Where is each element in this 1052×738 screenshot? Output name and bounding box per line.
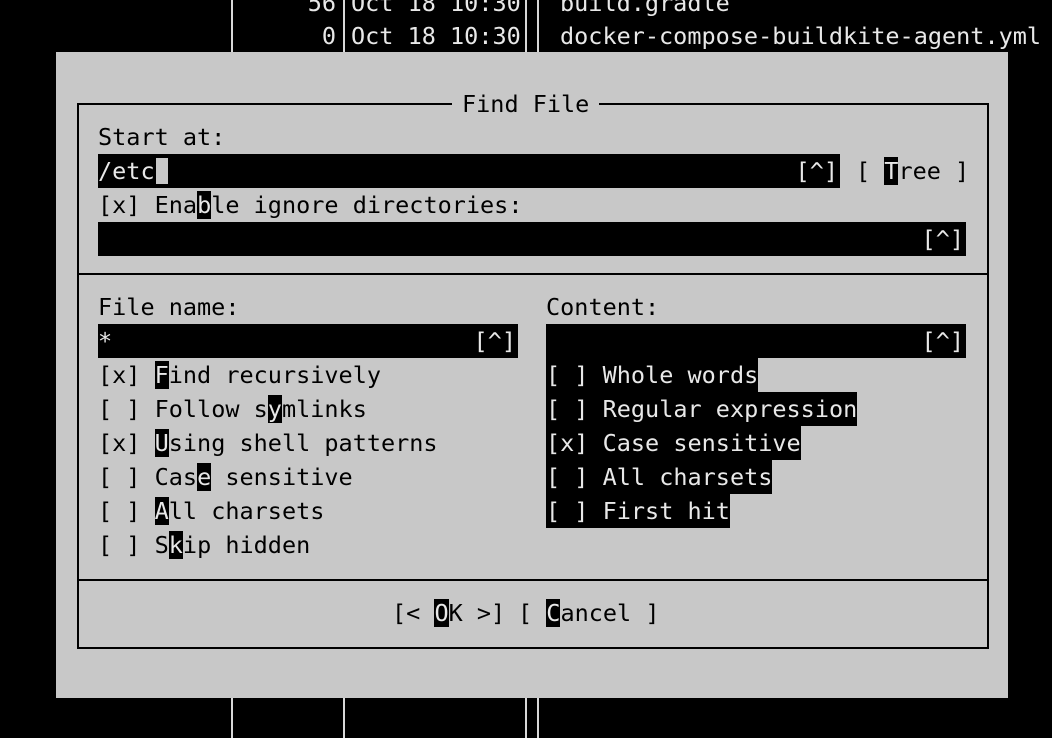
regular-expression-checkbox[interactable]: [ ] Regular expression	[546, 392, 858, 426]
skip-hidden-checkbox[interactable]: [ ] Skip hidden	[98, 528, 310, 562]
button-hotkey: C	[546, 599, 561, 627]
section-separator	[77, 579, 989, 581]
start-at-label: Start at:	[98, 123, 226, 151]
file-name-value: *	[98, 327, 113, 355]
shell-patterns-checkbox[interactable]: [x] Using shell patterns	[98, 426, 438, 460]
checkbox-label: Cas	[154, 463, 198, 491]
button-open: [<	[392, 599, 435, 627]
file-row-date: Oct 18 10:30	[351, 0, 521, 17]
ok-button[interactable]: [< OK >]	[392, 596, 505, 630]
start-at-input[interactable]: /etc [^]	[98, 154, 840, 188]
checkbox-label: Ena	[154, 191, 198, 219]
file-name-history-button[interactable]: [^]	[474, 324, 516, 358]
checkbox-hotkey: e	[197, 463, 212, 491]
checkbox-label: Regular expression	[602, 395, 858, 423]
checkbox-hotkey: k	[168, 531, 183, 559]
checkbox-state: [ ]	[98, 497, 141, 525]
section-separator	[77, 273, 989, 275]
file-row-size: 0	[321, 22, 336, 50]
checkbox-hotkey: U	[154, 429, 169, 457]
cancel-button[interactable]: [ Cancel ]	[518, 596, 660, 630]
file-row-size: 56	[307, 0, 336, 17]
checkbox-hotkey: A	[154, 497, 169, 525]
content-label: Content:	[546, 293, 660, 321]
first-hit-checkbox[interactable]: [ ] First hit	[546, 494, 730, 528]
checkbox-state: [x]	[98, 361, 141, 389]
checkbox-hotkey: F	[154, 361, 169, 389]
checkbox-label-rest: mlinks	[281, 395, 367, 423]
ignore-dirs-input[interactable]: [^]	[98, 222, 966, 256]
file-name-input[interactable]: * [^]	[98, 324, 518, 358]
checkbox-label: Case sensitive	[602, 429, 801, 457]
file-row-name[interactable]: docker-compose-buildkite-agent.yml	[560, 19, 1041, 53]
start-at-value: /etc	[98, 157, 155, 185]
checkbox-state: [ ]	[98, 395, 141, 423]
dialog-title: Find File	[452, 87, 600, 121]
tree-button[interactable]: [ Tree ]	[856, 154, 969, 188]
checkbox-label-rest: sensitive	[211, 463, 353, 491]
checkbox-label-rest: ind recursively	[168, 361, 381, 389]
checkbox-label: First hit	[602, 497, 730, 525]
checkbox-label-rest: ip hidden	[182, 531, 311, 559]
button-rest: K >]	[448, 599, 506, 627]
checkbox-state: [x]	[98, 191, 141, 219]
file-name-label: File name:	[98, 293, 240, 321]
content-all-charsets-checkbox[interactable]: [ ] All charsets	[546, 460, 773, 494]
checkbox-state: [ ]	[546, 463, 589, 491]
tree-button-hotkey: T	[884, 157, 899, 185]
checkbox-label-rest: le ignore directories:	[211, 191, 523, 219]
ignore-dirs-history-button[interactable]: [^]	[922, 222, 964, 256]
file-row-name[interactable]: build.gradle	[560, 0, 730, 20]
text-cursor	[156, 158, 168, 184]
checkbox-label-rest: sing shell patterns	[168, 429, 438, 457]
content-input[interactable]: [^]	[546, 324, 966, 358]
checkbox-state: [ ]	[546, 497, 589, 525]
checkbox-hotkey: y	[267, 395, 282, 423]
checkbox-label: Follow s	[154, 395, 268, 423]
checkbox-state: [x]	[98, 429, 141, 457]
checkbox-hotkey: b	[197, 191, 212, 219]
name-case-sensitive-checkbox[interactable]: [ ] Case sensitive	[98, 460, 353, 494]
checkbox-state: [ ]	[98, 531, 141, 559]
find-recursively-checkbox[interactable]: [x] Find recursively	[98, 358, 381, 392]
content-case-sensitive-checkbox[interactable]: [x] Case sensitive	[546, 426, 801, 460]
content-history-button[interactable]: [^]	[922, 324, 964, 358]
name-all-charsets-checkbox[interactable]: [ ] All charsets	[98, 494, 324, 528]
checkbox-label: Whole words	[602, 361, 759, 389]
checkbox-state: [ ]	[546, 361, 589, 389]
start-at-history-button[interactable]: [^]	[796, 154, 838, 188]
checkbox-label: All charsets	[602, 463, 773, 491]
checkbox-state: [ ]	[98, 463, 141, 491]
tree-button-rest: ree ]	[898, 157, 970, 185]
file-row-date: Oct 18 10:30	[351, 22, 521, 50]
checkbox-state: [ ]	[546, 395, 589, 423]
whole-words-checkbox[interactable]: [ ] Whole words	[546, 358, 759, 392]
checkbox-label: S	[154, 531, 169, 559]
checkbox-state: [x]	[546, 429, 589, 457]
tree-button-open: [	[856, 157, 885, 185]
follow-symlinks-checkbox[interactable]: [ ] Follow symlinks	[98, 392, 367, 426]
button-rest: ancel ]	[560, 599, 660, 627]
button-open: [	[518, 599, 547, 627]
find-file-dialog: Find File Start at: /etc [^] [ Tree ] [x…	[56, 52, 1008, 698]
checkbox-label-rest: ll charsets	[168, 497, 325, 525]
button-hotkey: O	[434, 599, 449, 627]
ignore-dirs-checkbox[interactable]: [x] Enable ignore directories:	[98, 188, 522, 222]
